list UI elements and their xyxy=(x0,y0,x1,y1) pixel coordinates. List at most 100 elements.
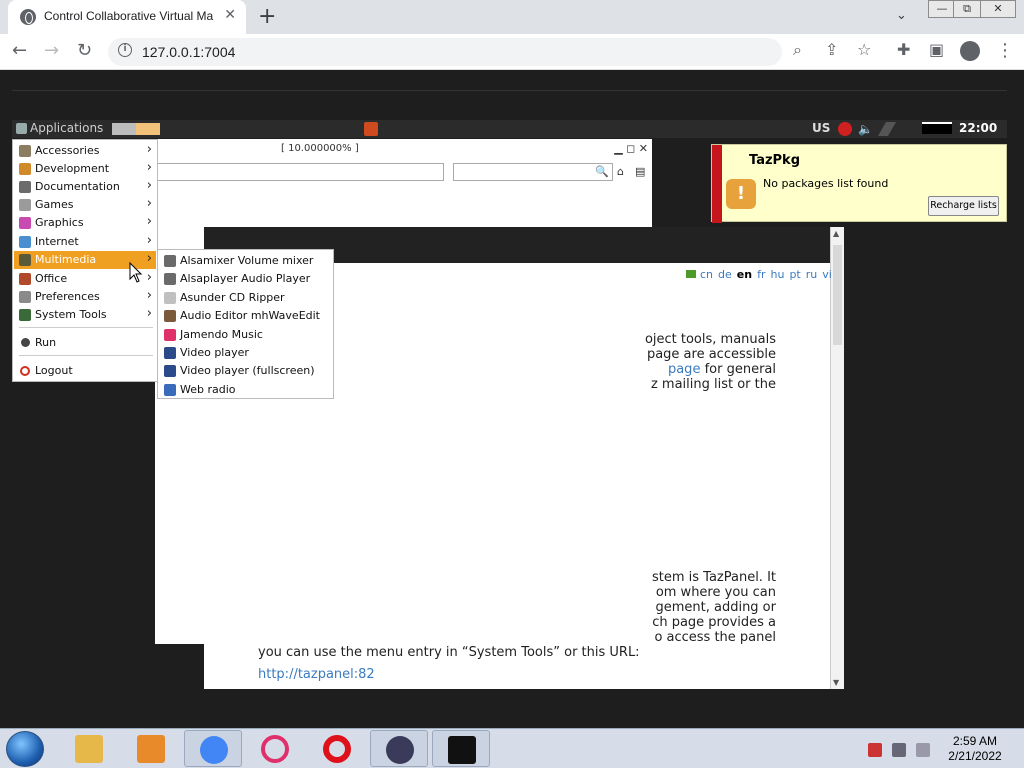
text-line: z mailing list or the xyxy=(650,377,776,392)
side-panel-icon[interactable]: ▣ xyxy=(929,40,944,59)
window-controls[interactable]: ▁ ◻ ✕ xyxy=(614,142,648,155)
language-link-en[interactable]: en xyxy=(737,268,752,281)
network-status-icon[interactable] xyxy=(892,743,906,757)
documentation-icon xyxy=(19,181,31,193)
menu-item-internet[interactable]: Internet › xyxy=(14,233,156,251)
submenu-item-web-radio[interactable]: Web radio xyxy=(159,381,332,399)
home-icon[interactable]: ⌂ xyxy=(617,165,624,178)
menu-item-label: Graphics xyxy=(35,216,84,229)
system-clock[interactable]: 2:59 AM 2/21/2022 xyxy=(940,734,1010,764)
recharge-lists-button[interactable]: Recharge lists xyxy=(928,196,999,216)
language-link-hu[interactable]: hu xyxy=(770,268,784,281)
menu-item-accessories[interactable]: Accessories › xyxy=(14,142,156,160)
scroll-thumb[interactable] xyxy=(833,245,842,345)
submenu-item-label: Asunder CD Ripper xyxy=(180,290,285,304)
menu-divider xyxy=(19,355,153,356)
film-icon xyxy=(164,365,176,378)
menu-item-label: Run xyxy=(35,336,57,349)
info-icon[interactable]: i xyxy=(118,43,132,57)
workspace-1[interactable] xyxy=(112,123,136,135)
tab-search-chevron-icon[interactable]: ⌄ xyxy=(896,8,907,23)
menu-item-label: Office xyxy=(35,272,68,285)
search-icon[interactable]: 🔍 xyxy=(595,165,609,178)
menu-item-logout[interactable]: Logout xyxy=(14,362,156,380)
applications-menu-icon[interactable] xyxy=(16,123,27,134)
opera-icon xyxy=(323,735,351,763)
tazpanel-link[interactable]: http://tazpanel:82 xyxy=(258,667,375,682)
taskbar-app-media-player[interactable] xyxy=(122,730,180,767)
accessories-icon xyxy=(19,145,31,157)
submenu-item-alsamixer-volume-mixer[interactable]: Alsamixer Volume mixer xyxy=(159,252,332,270)
action-center-icon[interactable] xyxy=(868,743,882,757)
profile-avatar-icon[interactable] xyxy=(960,41,980,61)
share-icon[interactable]: ⇪ xyxy=(825,40,838,59)
submenu-item-audio-editor-mhwaveedit[interactable]: Audio Editor mhWaveEdit xyxy=(159,307,332,325)
browser-tab[interactable]: Control Collaborative Virtual Ma ✕ xyxy=(8,0,246,34)
back-arrow-icon[interactable]: ← xyxy=(12,40,27,61)
submenu-item-alsaplayer-audio-player[interactable]: Alsaplayer Audio Player xyxy=(159,270,332,288)
taskbar-app-obs[interactable] xyxy=(370,730,428,767)
bookmark-star-icon[interactable]: ☆ xyxy=(857,40,871,59)
menu-item-run[interactable]: Run xyxy=(14,334,156,352)
submenu-item-label: Web radio xyxy=(180,382,236,396)
submenu-item-video-player-fullscreen[interactable]: Video player (fullscreen) xyxy=(159,362,332,380)
menu-item-documentation[interactable]: Documentation › xyxy=(14,178,156,196)
language-link-fr[interactable]: fr xyxy=(757,268,765,281)
workspace-2[interactable] xyxy=(136,123,160,135)
reload-icon[interactable]: ↻ xyxy=(77,40,92,61)
scroll-down-icon[interactable]: ▼ xyxy=(833,678,839,687)
language-link-vi[interactable]: vi xyxy=(822,268,832,281)
submenu-item-video-player[interactable]: Video player xyxy=(159,344,332,362)
taskbar-app-opera[interactable] xyxy=(308,730,366,767)
extensions-icon[interactable]: ✚ xyxy=(897,40,910,59)
taskbar-app-opera-gx[interactable] xyxy=(246,730,304,767)
taskbar-app-chrome[interactable] xyxy=(184,730,242,767)
language-link-cn[interactable]: cn xyxy=(700,268,713,281)
address-bar[interactable]: i 127.0.0.1:7004 xyxy=(108,38,782,66)
minimize-button[interactable]: — xyxy=(928,0,956,18)
page-link[interactable]: page xyxy=(668,362,700,377)
language-link-ru[interactable]: ru xyxy=(806,268,818,281)
menu-item-graphics[interactable]: Graphics › xyxy=(14,214,156,232)
tab-close-icon[interactable]: ✕ xyxy=(224,7,236,23)
menu-item-development[interactable]: Development › xyxy=(14,160,156,178)
menu-item-games[interactable]: Games › xyxy=(14,196,156,214)
new-tab-button[interactable]: + xyxy=(258,4,276,29)
vm-clock[interactable]: 22:00 xyxy=(959,121,997,135)
language-link-de[interactable]: de xyxy=(718,268,732,281)
start-button[interactable] xyxy=(6,731,44,767)
volume-icon[interactable]: 🔈 xyxy=(858,122,873,136)
preferences-icon xyxy=(19,291,31,303)
text-line: om where you can xyxy=(655,585,776,600)
menu-icon[interactable]: ▤ xyxy=(635,165,645,178)
web-search-input[interactable]: 🔍 xyxy=(453,163,613,181)
close-window-button[interactable]: ✕ xyxy=(980,0,1016,18)
terminal-icon xyxy=(448,736,476,764)
kebab-menu-icon[interactable]: ⋮ xyxy=(996,40,1014,61)
forward-arrow-icon[interactable]: → xyxy=(44,40,59,61)
scroll-up-icon[interactable]: ▲ xyxy=(833,229,839,238)
network-icon[interactable] xyxy=(877,122,897,136)
submenu-item-jamendo-music[interactable]: Jamendo Music xyxy=(159,326,332,344)
volume-muted-icon[interactable] xyxy=(916,743,930,757)
menu-item-system-tools[interactable]: System Tools › xyxy=(14,306,156,324)
taskbar-app-terminal[interactable] xyxy=(432,730,490,767)
zoom-icon[interactable]: ⌕ xyxy=(793,40,802,60)
flag-icon[interactable] xyxy=(838,122,852,136)
chevron-right-icon: › xyxy=(146,196,152,211)
maximize-button[interactable]: ⧉ xyxy=(953,0,981,18)
menu-item-preferences[interactable]: Preferences › xyxy=(14,288,156,306)
scrollbar[interactable]: ▲ ▼ xyxy=(830,227,844,689)
keyboard-layout[interactable]: US xyxy=(812,121,830,135)
applications-menu-button[interactable]: Applications xyxy=(30,121,103,135)
gear-icon xyxy=(21,338,30,347)
submenu-item-asunder-cd-ripper[interactable]: Asunder CD Ripper xyxy=(159,289,332,307)
address-url: 127.0.0.1:7004 xyxy=(142,44,236,60)
language-link-pt[interactable]: pt xyxy=(789,268,800,281)
opera-gx-icon xyxy=(261,735,289,763)
taskbar-app-file-explorer[interactable] xyxy=(60,730,118,767)
tazpkg-tray-icon[interactable] xyxy=(364,122,378,136)
media-player-icon xyxy=(137,735,165,763)
url-input[interactable] xyxy=(155,163,444,181)
menu-item-label: System Tools xyxy=(35,308,107,321)
